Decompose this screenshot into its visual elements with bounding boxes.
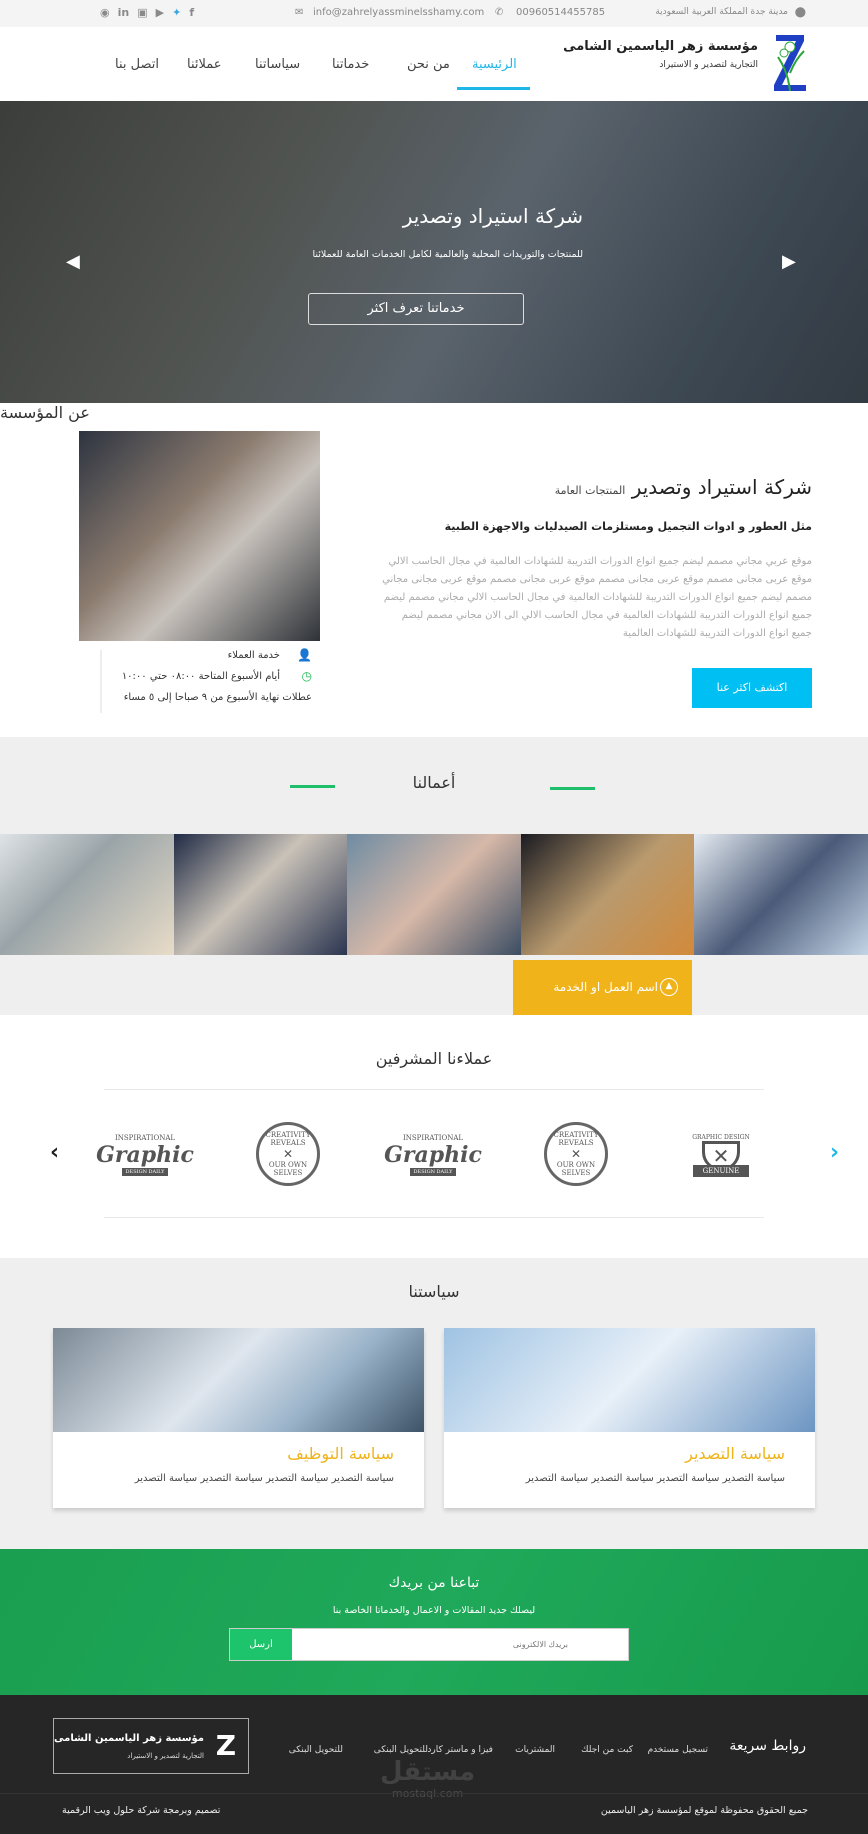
policy-card[interactable]: سياسة التصدير سياسة التصدير سياسة التصدي… — [444, 1328, 815, 1508]
clients-prev-arrow-icon[interactable]: ‹ — [50, 1140, 59, 1165]
nav-services[interactable]: خدماتنا — [332, 57, 369, 72]
info-item: ◷ أيام الأسبوع المتاحة ٠٨:٠٠ حتي ١٠:٠٠ — [121, 669, 312, 683]
about-heading: عن المؤسسة — [0, 403, 90, 422]
youtube-icon[interactable]: ▶ — [156, 6, 164, 19]
divider — [104, 1089, 764, 1090]
newsletter-subtitle: ليصلك جديد المقالات و الاعمال والخدماتا … — [332, 1605, 536, 1616]
top-bar: ◉ in ▣ ▶ ✦ f ✉ info@zahrelyassminelssham… — [0, 0, 868, 27]
contact-info-list: 👤 خدمة العملاء ◷ أيام الأسبوع المتاحة ٠٨:٠… — [100, 648, 320, 713]
client-logo[interactable]: CREATIVITY REVEALS ✕ OUR OWN SELVES — [544, 1122, 608, 1186]
info-item: عطلات نهاية الأسبوع من ٩ صباحا إلى ٥ مسا… — [123, 692, 312, 703]
nav-policies[interactable]: سياساتنا — [255, 57, 300, 72]
logo-icon: Z — [215, 1729, 236, 1762]
about-title-small: المنتجات العامة — [554, 484, 626, 497]
about-photo — [79, 431, 320, 641]
about-subtitle: مثل العطور و ادوات التجميل ومستلزمات الص… — [444, 520, 812, 533]
email-input[interactable] — [292, 1629, 628, 1660]
work-thumb[interactable] — [520, 834, 695, 955]
clients-next-arrow-icon[interactable]: › — [830, 1140, 839, 1165]
logo-icon[interactable] — [772, 33, 808, 93]
works-gallery — [0, 834, 868, 955]
policy-title: سياسة التصدير — [685, 1444, 785, 1463]
footer: مؤسسة زهر الياسمين الشامى التجارية لتصدي… — [0, 1695, 868, 1834]
about-paragraph: موقع عربي مجاني مصمم ليضم جميع انواع الد… — [382, 556, 812, 639]
copyright: جميع الحقوق محفوظة لموقع لمؤسسة زهر اليا… — [600, 1805, 808, 1816]
client-logo[interactable]: CREATIVITY REVEALS ✕ OUR OWN SELVES — [256, 1122, 320, 1186]
footer-link[interactable]: كبت من اجلك — [581, 1745, 633, 1755]
address: مدينة جدة المملكة العربية السعودية — [655, 7, 788, 17]
footer-logo-title: مؤسسة زهر الياسمين الشامى — [54, 1733, 204, 1744]
arrow-up-circle-icon: ▲ — [660, 978, 678, 996]
phone-number: 00960514455785 — [516, 7, 606, 18]
work-thumb[interactable] — [0, 834, 174, 955]
logo-subtitle: التجارية لتصدير و الاستيراد — [659, 60, 758, 70]
email-link[interactable]: info@zahrelyassminelsshamy.com — [313, 7, 484, 18]
nav-about[interactable]: من نحن — [407, 57, 450, 72]
footer-link[interactable]: المشتريات — [515, 1745, 555, 1755]
slider-prev-arrow-icon[interactable]: ◀ — [66, 251, 80, 272]
policy-text: سياسة التصدير سياسة التصدير سياسة التصدي… — [134, 1473, 394, 1484]
client-logo[interactable]: GRAPHIC DESIGN ✕ GENUINE — [676, 1115, 766, 1195]
slider-next-arrow-icon[interactable]: ▶ — [782, 251, 796, 272]
quick-links-title: روابط سريعة — [729, 1738, 806, 1754]
work-thumb[interactable] — [173, 834, 348, 955]
work-caption[interactable]: ▲ اسم العمل او الخدمة — [513, 960, 692, 1015]
logo-text[interactable]: مؤسسة زهر الياسمين الشامى التجارية لتصدي… — [563, 39, 758, 70]
policy-title: سياسة التوظيف — [287, 1444, 394, 1463]
work-thumb[interactable] — [694, 834, 868, 955]
work-caption-label: اسم العمل او الخدمة — [553, 980, 658, 994]
header: الرئيسية من نحن خدماتنا سياساتنا عملائنا… — [0, 27, 868, 101]
title-decoration-left — [290, 785, 335, 788]
footer-logo[interactable]: مؤسسة زهر الياسمين الشامى التجارية لتصدي… — [53, 1718, 249, 1774]
instagram-icon[interactable]: ▣ — [137, 6, 147, 19]
client-logo[interactable]: INSPIRATIONAL Graphic DESIGN DAILY — [96, 1115, 194, 1195]
policy-image — [444, 1328, 815, 1432]
logo-title: مؤسسة زهر الياسمين الشامى — [563, 39, 758, 54]
footer-divider — [0, 1793, 868, 1794]
hero-cta-button[interactable]: خدماتنا تعرف اكثر — [308, 293, 524, 325]
client-logo[interactable]: INSPIRATIONAL Graphic DESIGN DAILY — [384, 1115, 482, 1195]
hero-title: شركة استيراد وتصدير — [402, 204, 583, 228]
discover-more-button[interactable]: اكتشف اكثر عنا — [692, 668, 812, 708]
policy-image — [53, 1328, 424, 1432]
info-item: 👤 خدمة العملاء — [227, 648, 312, 662]
linkedin-icon[interactable]: in — [118, 6, 130, 19]
design-credit[interactable]: تصميم وبرمجة شركة حلول ويب الرقمية — [62, 1805, 220, 1816]
policy-text: سياسة التصدير سياسة التصدير سياسة التصدي… — [525, 1473, 785, 1484]
about-title: شركة استيراد وتصدير المنتجات العامة — [554, 475, 812, 499]
clients-title: عملاءنا المشرفين — [375, 1049, 493, 1068]
footer-logo-subtitle: التجارية لتصدير و الاستيراد — [127, 1752, 204, 1760]
active-nav-indicator — [457, 87, 530, 90]
customer-service-icon: 👤 — [297, 648, 312, 662]
title-decoration-right — [550, 787, 595, 790]
hero-slider: شركة استيراد وتصدير للمنتجات والتوريدات … — [0, 101, 868, 403]
mail-icon: ✉ — [295, 7, 304, 18]
policy-card[interactable]: سياسة التوظيف سياسة التصدير سياسة التصدي… — [53, 1328, 424, 1508]
send-button[interactable]: ارسل — [230, 1629, 292, 1660]
nav-clients[interactable]: عملائنا — [187, 57, 222, 72]
footer-link[interactable]: للتحويل البنكى — [374, 1745, 428, 1755]
divider — [104, 1217, 764, 1218]
work-thumb[interactable] — [347, 834, 521, 955]
nav-contact[interactable]: اتصل بنا — [115, 57, 159, 72]
newsletter-section: تباعنا من بريدك ليصلك جديد المقالات و ال… — [0, 1549, 868, 1695]
rss-icon[interactable]: ◉ — [100, 6, 110, 19]
facebook-icon[interactable]: f — [189, 6, 194, 19]
nav-home[interactable]: الرئيسية — [472, 57, 517, 72]
footer-link[interactable]: تسجيل مستخدم — [648, 1745, 708, 1755]
clock-icon: ◷ — [301, 669, 312, 683]
newsletter-title: تباعنا من بريدك — [388, 1575, 480, 1591]
phone-icon: ✆ — [495, 7, 504, 18]
policies-title: سياستنا — [408, 1282, 460, 1301]
twitter-icon[interactable]: ✦ — [172, 6, 181, 19]
works-title: أعمالنا — [412, 773, 456, 792]
hero-subtitle: للمنتجات والتوريدات المحلية والعالمية لك… — [312, 249, 583, 260]
newsletter-form: ارسل — [229, 1628, 629, 1661]
social-links: ◉ in ▣ ▶ ✦ f — [100, 6, 194, 19]
footer-link[interactable]: للتحويل البنكى — [289, 1745, 343, 1755]
location-pin-icon: ⬤ — [794, 7, 806, 18]
footer-link[interactable]: فيزا و ماستر كارد — [427, 1745, 493, 1755]
